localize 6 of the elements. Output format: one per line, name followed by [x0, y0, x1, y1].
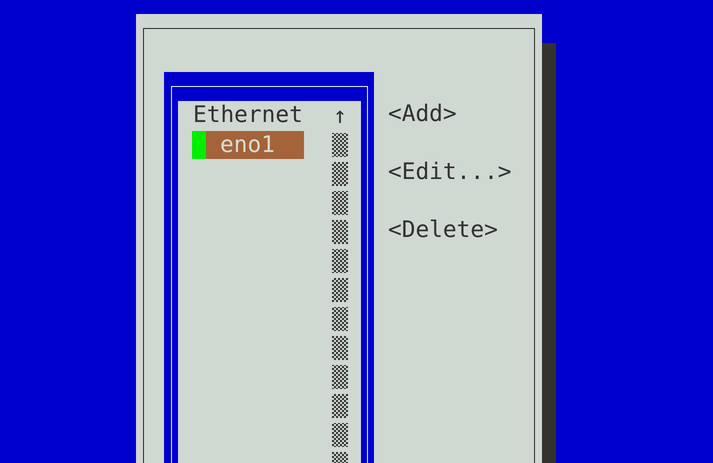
action-button[interactable]: <Edit...> [388, 158, 512, 187]
action-button[interactable]: <Add> [388, 100, 457, 129]
scroll-up-arrow[interactable]: ↑ [333, 104, 347, 128]
action-button[interactable]: <Delete> [388, 216, 498, 245]
scrollbar-track[interactable] [332, 130, 348, 463]
group-label: Ethernet [192, 101, 303, 130]
